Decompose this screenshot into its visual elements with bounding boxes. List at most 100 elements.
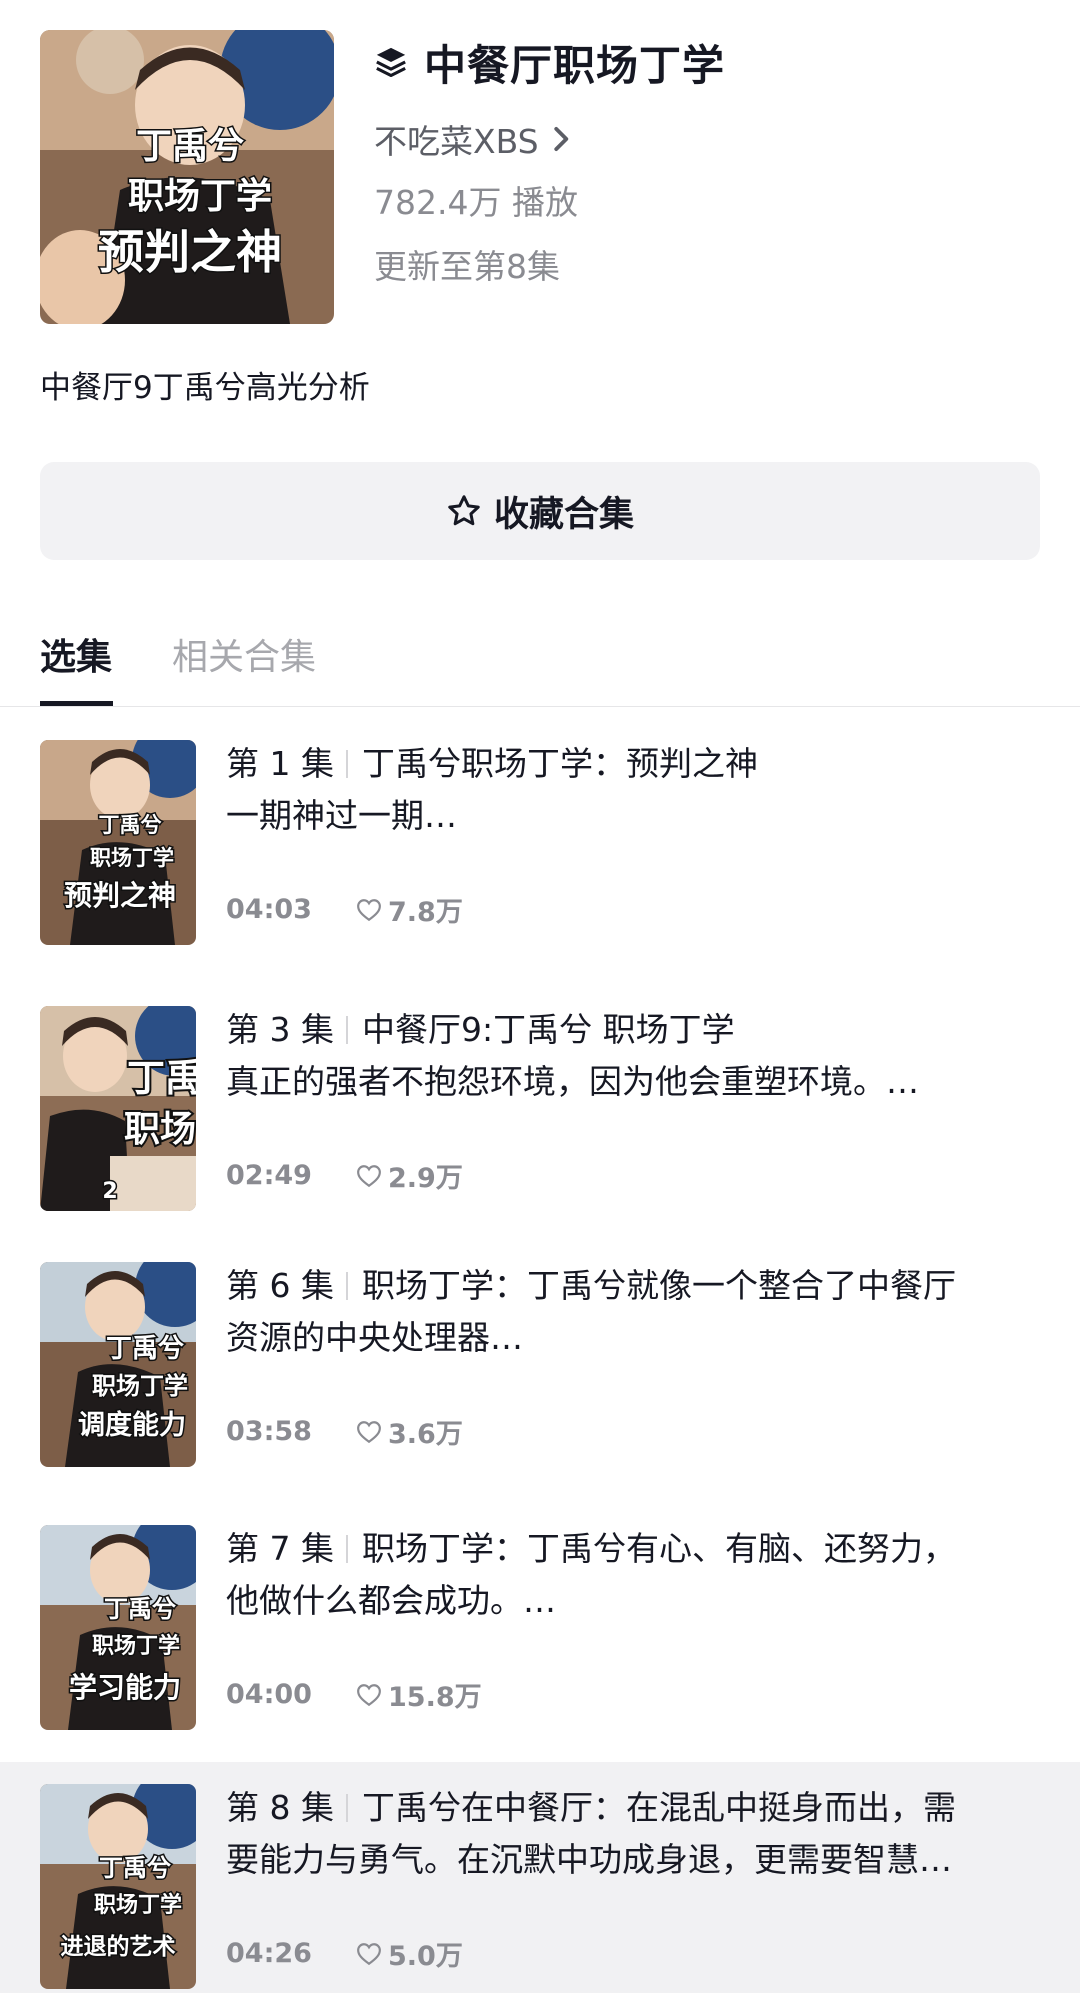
tab-related-collections[interactable]: 相关合集 [172, 628, 316, 706]
episode-number: 第 1 集 [226, 744, 334, 783]
separator [345, 1794, 348, 1822]
tab-episodes[interactable]: 选集 [40, 628, 113, 706]
episode-meta: 03:58 3.6万 [226, 1412, 463, 1451]
author-link[interactable]: 不吃菜XBS [374, 113, 1034, 165]
episode-thumbnail: 丁禹兮 职场丁学 学习能力 [40, 1525, 196, 1730]
likes-count: 2.9万 [388, 1163, 463, 1194]
episode-text: 第 3 集中餐厅9:丁禹兮 职场丁学 真正的强者不抱怨环境，因为他会重塑环境。… [226, 1004, 1046, 1108]
thumb-text-line-2: 职场 [124, 1109, 196, 1150]
episode-thumbnail: 丁禹兮 职场丁学 调度能力 [40, 1262, 196, 1467]
episode-text: 第 1 集丁禹兮职场丁学：预判之神 一期神过一期… [226, 738, 1046, 842]
episode-number: 第 6 集 [226, 1266, 334, 1305]
episode-duration: 04:03 [226, 894, 312, 925]
episode-subtitle: 他做什么都会成功。… [226, 1581, 556, 1620]
separator [345, 1535, 348, 1563]
thumb-text-line-1: 丁禹兮 [106, 1334, 184, 1364]
episode-likes: 15.8万 [356, 1675, 482, 1714]
episode-meta: 02:49 2.9万 [226, 1156, 463, 1195]
thumb-text-line-3: 调度能力 [78, 1409, 186, 1441]
episode-subtitle: 真正的强者不抱怨环境，因为他会重塑环境。… [226, 1062, 919, 1101]
episode-title: 中餐厅9:丁禹兮 职场丁学 [361, 1010, 735, 1049]
episode-duration: 02:49 [226, 1160, 312, 1191]
thumb-text-line-1: 丁禹兮 [104, 1595, 176, 1623]
title-row: 中餐厅职场丁学 [374, 31, 1034, 93]
collection-description: 中餐厅9丁禹兮高光分析 [40, 370, 370, 406]
heart-icon [357, 1420, 381, 1443]
episode-title: 丁禹兮在中餐厅：在混乱中挺身而出，需 [361, 1788, 956, 1827]
heart-icon [357, 1683, 381, 1706]
separator [345, 750, 348, 778]
update-status: 更新至第8集 [374, 247, 560, 286]
episode-text: 第 8 集丁禹兮在中餐厅：在混乱中挺身而出，需 要能力与勇气。在沉默中功成身退，… [226, 1782, 1046, 1886]
cover-text-line-2: 职场丁学 [128, 175, 272, 217]
likes-count: 3.6万 [388, 1419, 463, 1450]
episode-item[interactable]: 丁禹兮 职场丁学 调度能力 第 6 集职场丁学：丁禹兮就像一个整合了中餐厅 资源… [0, 1240, 1080, 1490]
episode-likes: 2.9万 [356, 1156, 463, 1195]
episode-duration: 04:26 [226, 1938, 312, 1969]
episode-item[interactable]: 丁禹兮 职场丁学 学习能力 第 7 集职场丁学：丁禹兮有心、有脑、还努力， 他做… [0, 1503, 1080, 1753]
episode-likes: 7.8万 [356, 890, 463, 929]
episode-subtitle: 要能力与勇气。在沉默中功成身退，更需要智慧… [226, 1840, 952, 1879]
likes-count: 5.0万 [388, 1941, 463, 1972]
tab-bar: 选集 相关合集 [40, 628, 376, 706]
episode-likes: 3.6万 [356, 1412, 463, 1451]
tab-episodes-label: 选集 [40, 637, 113, 678]
episode-duration: 03:58 [226, 1416, 312, 1447]
episode-meta: 04:03 7.8万 [226, 890, 463, 929]
episode-thumbnail: 丁禹兮 职场丁学 预判之神 [40, 740, 196, 945]
episode-text: 第 6 集职场丁学：丁禹兮就像一个整合了中餐厅 资源的中央处理器… [226, 1260, 1046, 1364]
thumb-text-line-2: 职场丁学 [94, 1892, 182, 1918]
play-count: 782.4万 播放 [374, 183, 578, 222]
thumb-text-line-3: 2 [102, 1179, 117, 1204]
episode-subtitle: 资源的中央处理器… [226, 1318, 523, 1357]
likes-count: 15.8万 [388, 1682, 482, 1713]
episode-number: 第 8 集 [226, 1788, 334, 1827]
separator [345, 1272, 348, 1300]
episode-item[interactable]: 丁禹兮 职场丁学 预判之神 第 1 集丁禹兮职场丁学：预判之神 一期神过一期… … [0, 718, 1080, 968]
episode-item-current[interactable]: 丁禹兮 职场丁学 进退的艺术 第 8 集丁禹兮在中餐厅：在混乱中挺身而出，需 要… [0, 1762, 1080, 1993]
thumb-text-line-2: 职场丁学 [92, 1633, 180, 1659]
episode-subtitle: 一期神过一期… [226, 796, 457, 835]
thumb-text-line-3: 学习能力 [69, 1671, 181, 1704]
thumb-text-line-2: 职场丁学 [90, 846, 174, 870]
star-icon [448, 495, 480, 526]
episode-text: 第 7 集职场丁学：丁禹兮有心、有脑、还努力， 他做什么都会成功。… [226, 1523, 1046, 1627]
collection-cover[interactable]: 丁禹兮 职场丁学 预判之神 [40, 30, 334, 324]
favorite-collection-button[interactable]: 收藏合集 [40, 462, 1040, 560]
thumb-text-line-1: 丁禹兮 [99, 1854, 171, 1882]
episode-number: 第 3 集 [226, 1010, 334, 1049]
likes-count: 7.8万 [388, 897, 463, 928]
heart-icon [357, 1164, 381, 1187]
favorite-button-label: 收藏合集 [493, 494, 634, 535]
tab-related-label: 相关合集 [172, 637, 317, 678]
thumb-text-line-1: 丁禹 [127, 1056, 196, 1100]
tab-divider [0, 706, 1080, 707]
thumb-text-line-1: 丁禹兮 [99, 813, 162, 837]
heart-icon [357, 1942, 381, 1965]
episode-item[interactable]: 丁禹 职场 2 第 3 集中餐厅9:丁禹兮 职场丁学 真正的强者不抱怨环境，因为… [0, 984, 1080, 1234]
author-name: 不吃菜XBS [374, 122, 539, 161]
episode-thumbnail: 丁禹兮 职场丁学 进退的艺术 [40, 1784, 196, 1989]
separator [345, 1016, 348, 1044]
episode-title: 职场丁学：丁禹兮就像一个整合了中餐厅 [361, 1266, 956, 1305]
collection-page: 丁禹兮 职场丁学 预判之神 中餐厅职场丁学 不吃菜XBS 782.4万 播放 更… [0, 0, 1080, 1993]
collection-layers-icon [376, 47, 406, 78]
collection-header: 丁禹兮 职场丁学 预判之神 中餐厅职场丁学 不吃菜XBS 782.4万 播放 更… [40, 30, 1040, 325]
chevron-right-icon [553, 127, 568, 151]
episode-thumbnail: 丁禹 职场 2 [40, 1006, 196, 1211]
episode-number: 第 7 集 [226, 1529, 334, 1568]
episode-meta: 04:00 15.8万 [226, 1675, 482, 1714]
episode-title: 丁禹兮职场丁学：预判之神 [361, 744, 758, 783]
episode-meta: 04:26 5.0万 [226, 1934, 463, 1973]
collection-title: 中餐厅职场丁学 [424, 40, 726, 90]
cover-text-line-1: 丁禹兮 [136, 126, 244, 167]
episode-duration: 04:00 [226, 1679, 312, 1710]
thumb-text-line-3: 预判之神 [64, 879, 176, 912]
thumb-text-line-2: 职场丁学 [92, 1372, 188, 1400]
cover-text-line-3: 预判之神 [98, 225, 282, 279]
collection-info: 中餐厅职场丁学 不吃菜XBS 782.4万 播放 更新至第8集 [374, 30, 1034, 293]
heart-icon [357, 898, 381, 921]
episode-title: 职场丁学：丁禹兮有心、有脑、还努力， [361, 1529, 956, 1568]
thumb-text-line-3: 进退的艺术 [61, 1933, 176, 1960]
episode-likes: 5.0万 [356, 1934, 463, 1973]
